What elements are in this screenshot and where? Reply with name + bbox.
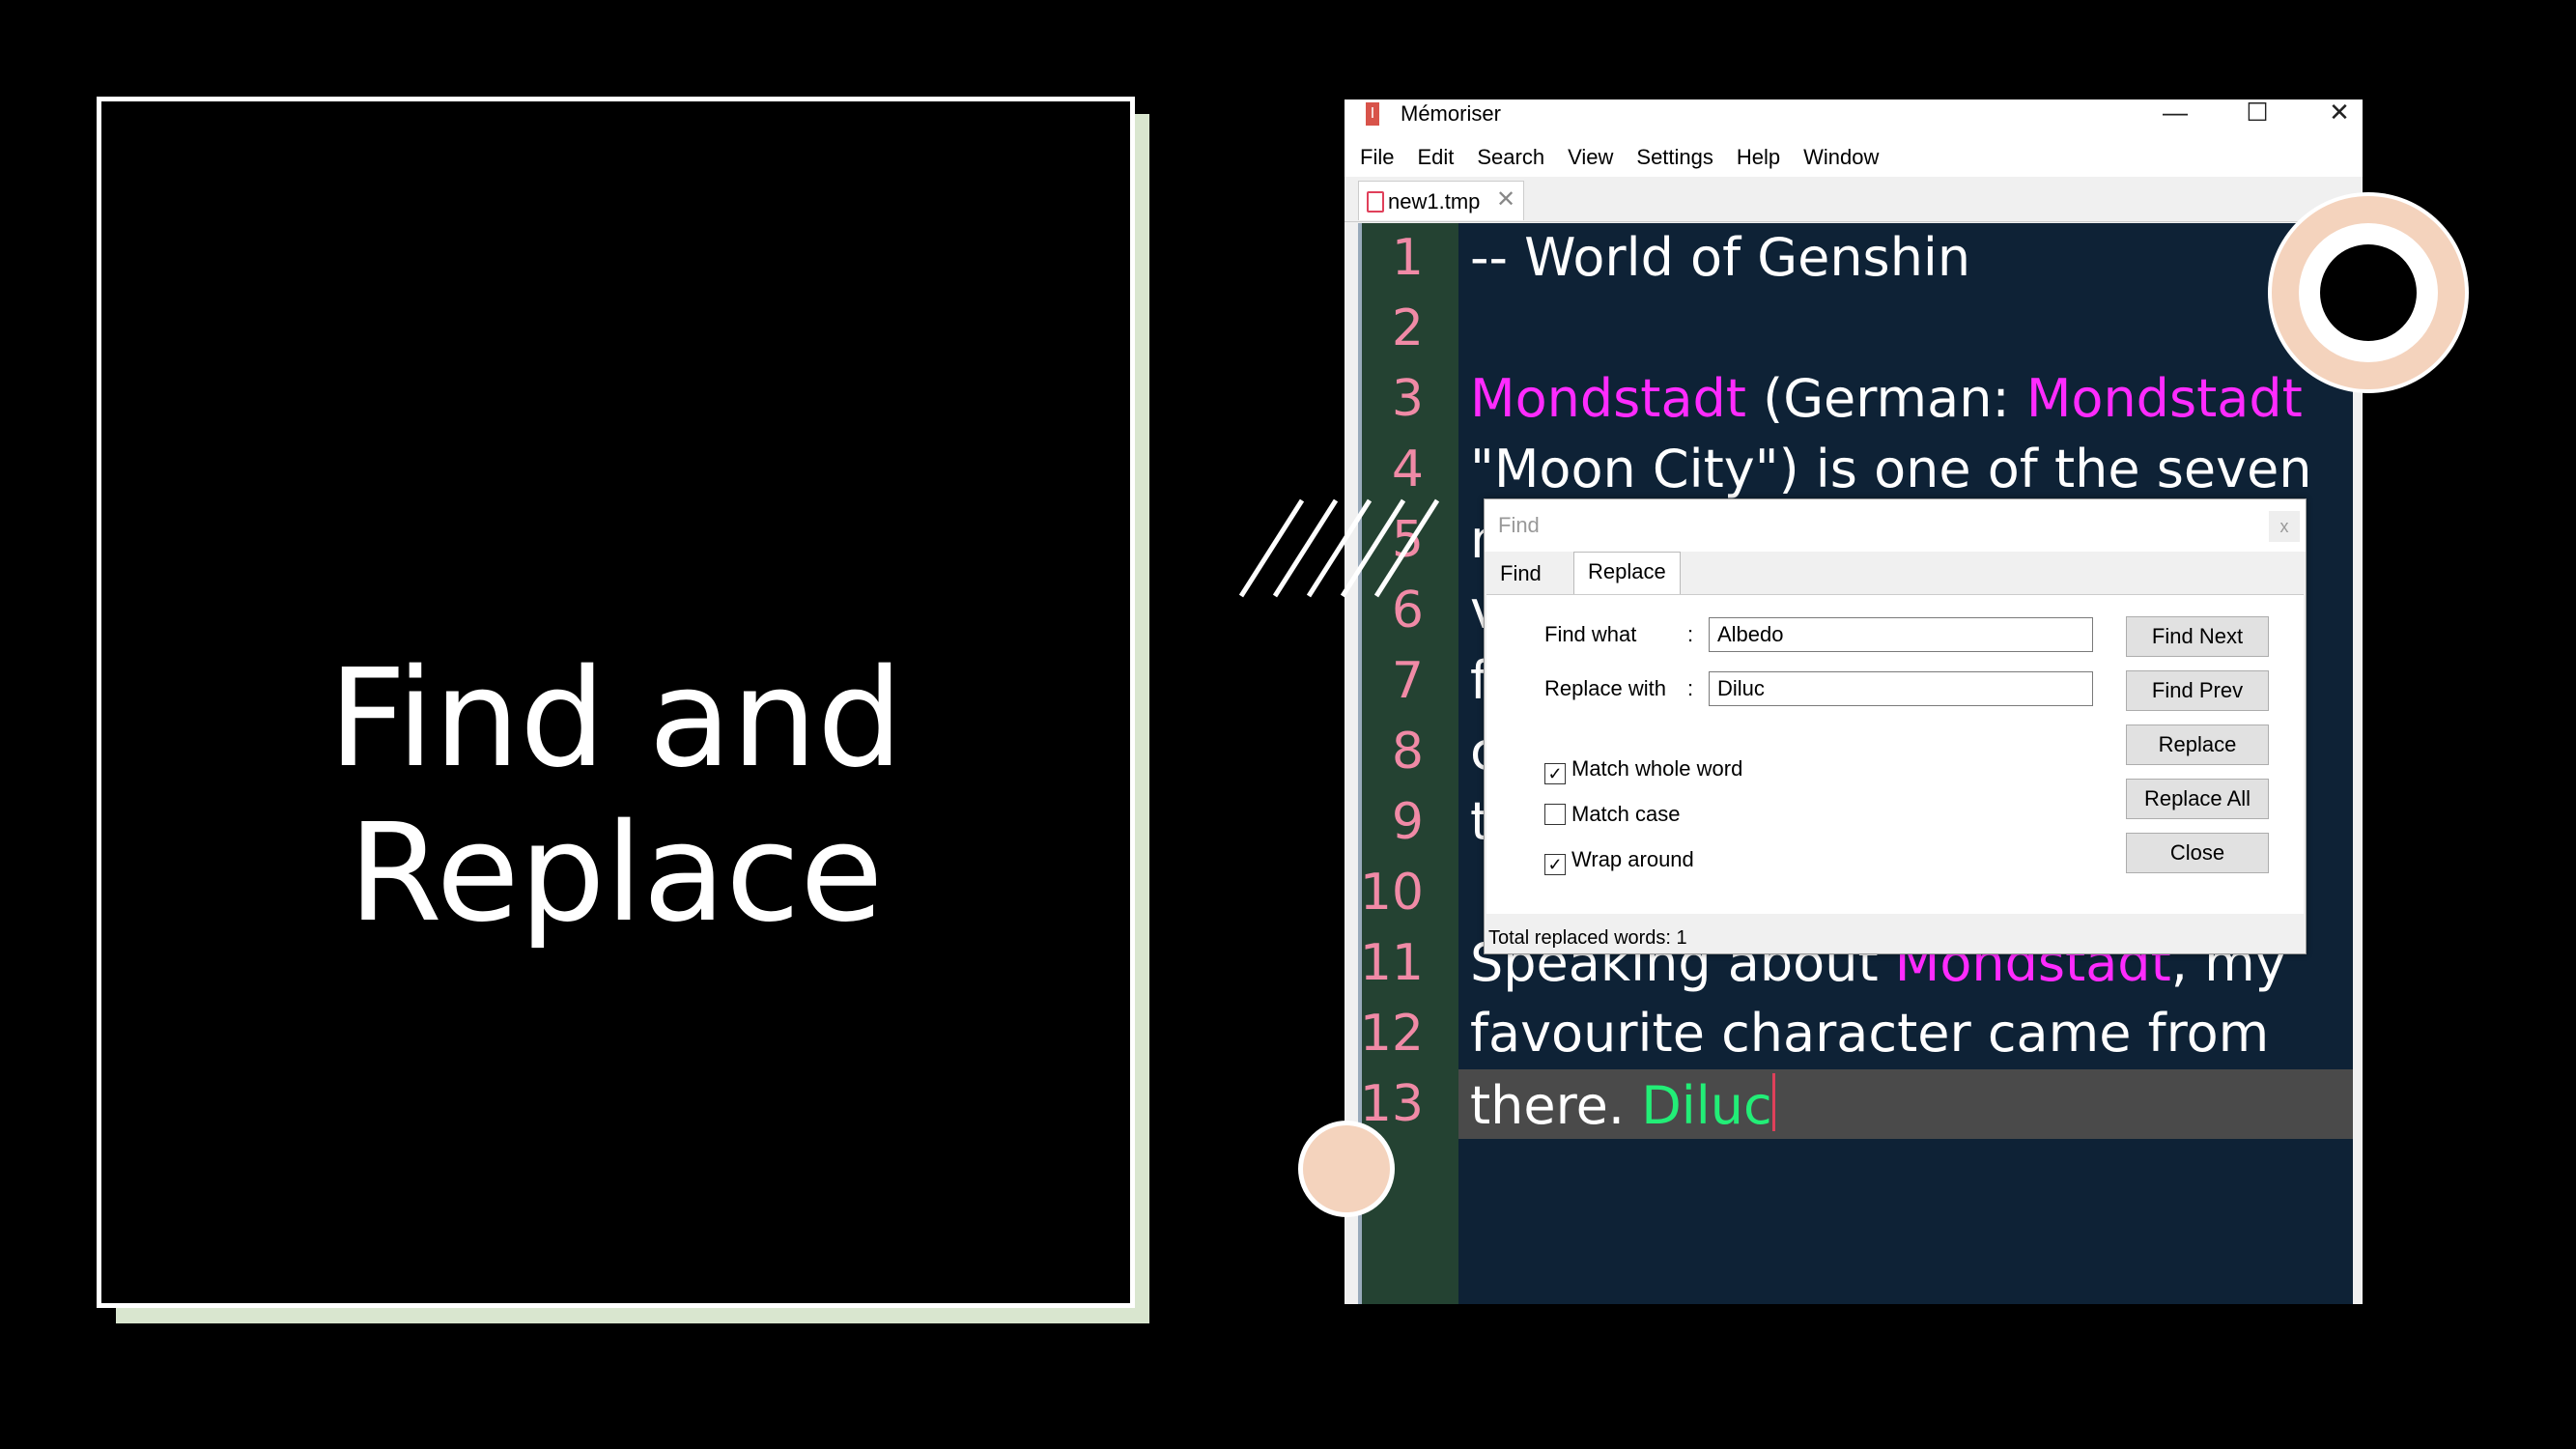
- match-case-label: Match case: [1571, 802, 1681, 826]
- code-line-12: favourite character came from: [1470, 1003, 2270, 1064]
- save-file-icon: [1367, 191, 1384, 213]
- code-line-3: Mondstadt (German: Mondstadt: [1470, 368, 2303, 429]
- dialog-status-text: Total replaced words: 1: [1488, 927, 1687, 949]
- wrap-around-checkbox[interactable]: ✓ Wrap around: [1544, 846, 1694, 875]
- find-prev-button[interactable]: Find Prev: [2126, 670, 2269, 711]
- find-what-input[interactable]: Albedo: [1709, 617, 2093, 652]
- find-what-colon: :: [1687, 622, 1694, 646]
- dialog-title-bar: Find x: [1485, 499, 2306, 552]
- slide-title: Find and Replace: [101, 642, 1130, 952]
- decorative-dot: [1298, 1121, 1395, 1217]
- line-number: 2: [1391, 299, 1424, 357]
- replace-with-input[interactable]: Diluc: [1709, 671, 2093, 706]
- text-caret: [1771, 1073, 1775, 1131]
- menu-edit[interactable]: Edit: [1417, 138, 1454, 177]
- keyword-mondstadt: Mondstadt: [1470, 368, 1746, 429]
- file-tab-label: new1.tmp: [1388, 189, 1481, 213]
- replace-with-label: Replace with: [1544, 676, 1666, 700]
- checkbox-unchecked-icon: [1544, 804, 1566, 825]
- line-number: 1: [1391, 229, 1424, 287]
- replace-all-button[interactable]: Replace All: [2126, 779, 2269, 819]
- decorative-stripes: [1238, 498, 1440, 598]
- find-what-label: Find what: [1544, 622, 1637, 646]
- dialog-title: Find: [1498, 513, 1540, 537]
- menu-view[interactable]: View: [1568, 138, 1613, 177]
- tab-replace[interactable]: Replace: [1573, 552, 1681, 596]
- menu-help[interactable]: Help: [1737, 138, 1780, 177]
- line-number: 11: [1359, 934, 1424, 992]
- code-text: there.: [1470, 1075, 1642, 1136]
- match-whole-word-label: Match whole word: [1571, 756, 1743, 781]
- file-tab[interactable]: new1.tmp ✕: [1358, 181, 1524, 220]
- line-number: 12: [1359, 1005, 1424, 1063]
- title-bar: I Mémoriser — ☐ ✕: [1345, 99, 2363, 138]
- tab-find[interactable]: Find: [1486, 554, 1555, 593]
- line-number: 3: [1391, 370, 1424, 428]
- code-line-1: -- World of Genshin: [1470, 227, 1971, 288]
- checkbox-checked-icon: ✓: [1544, 854, 1566, 875]
- app-icon: I: [1366, 102, 1379, 126]
- menu-search[interactable]: Search: [1477, 138, 1544, 177]
- match-case-checkbox[interactable]: Match case: [1544, 801, 1681, 828]
- menu-bar: File Edit Search View Settings Help Window: [1345, 138, 2363, 177]
- line-number: 8: [1391, 723, 1424, 781]
- menu-file[interactable]: File: [1360, 138, 1394, 177]
- close-window-button[interactable]: ✕: [2320, 99, 2359, 125]
- wrap-around-label: Wrap around: [1571, 847, 1694, 871]
- code-line-4: "Moon City") is one of the seven: [1470, 439, 2312, 499]
- find-next-button[interactable]: Find Next: [2126, 616, 2269, 657]
- line-number: 10: [1359, 864, 1424, 922]
- line-number: 7: [1391, 652, 1424, 710]
- code-line-13: there. Diluc: [1470, 1073, 1775, 1136]
- menu-settings[interactable]: Settings: [1636, 138, 1713, 177]
- close-tab-icon[interactable]: ✕: [1496, 185, 1515, 213]
- find-replace-dialog: Find x Find Replace Find what : Albedo R…: [1484, 498, 2307, 954]
- replace-button[interactable]: Replace: [2126, 724, 2269, 765]
- menu-window[interactable]: Window: [1803, 138, 1879, 177]
- replaced-word: Diluc: [1641, 1075, 1772, 1136]
- slide-title-line1: Find and: [328, 640, 903, 798]
- decorative-ring-hole: [2320, 244, 2417, 341]
- dialog-close-icon[interactable]: x: [2269, 511, 2300, 542]
- line-number: 4: [1391, 440, 1424, 498]
- window-title: Mémoriser: [1401, 101, 1501, 126]
- title-card: Find and Replace: [97, 97, 1135, 1308]
- slide-title-line2: Replace: [348, 795, 884, 952]
- code-text: (German:: [1745, 368, 2026, 429]
- keyword-mondstadt: Mondstadt: [2025, 368, 2303, 429]
- minimize-button[interactable]: —: [2156, 99, 2194, 125]
- line-number: 9: [1391, 793, 1424, 851]
- close-button[interactable]: Close: [2126, 833, 2269, 873]
- replace-with-colon: :: [1687, 676, 1694, 700]
- checkbox-checked-icon: ✓: [1544, 763, 1566, 784]
- maximize-button[interactable]: ☐: [2238, 99, 2277, 125]
- dialog-body: Find what : Albedo Replace with : Diluc …: [1486, 594, 2304, 914]
- tab-bar: new1.tmp ✕: [1345, 177, 2363, 222]
- match-whole-word-checkbox[interactable]: ✓ Match whole word: [1544, 755, 1743, 784]
